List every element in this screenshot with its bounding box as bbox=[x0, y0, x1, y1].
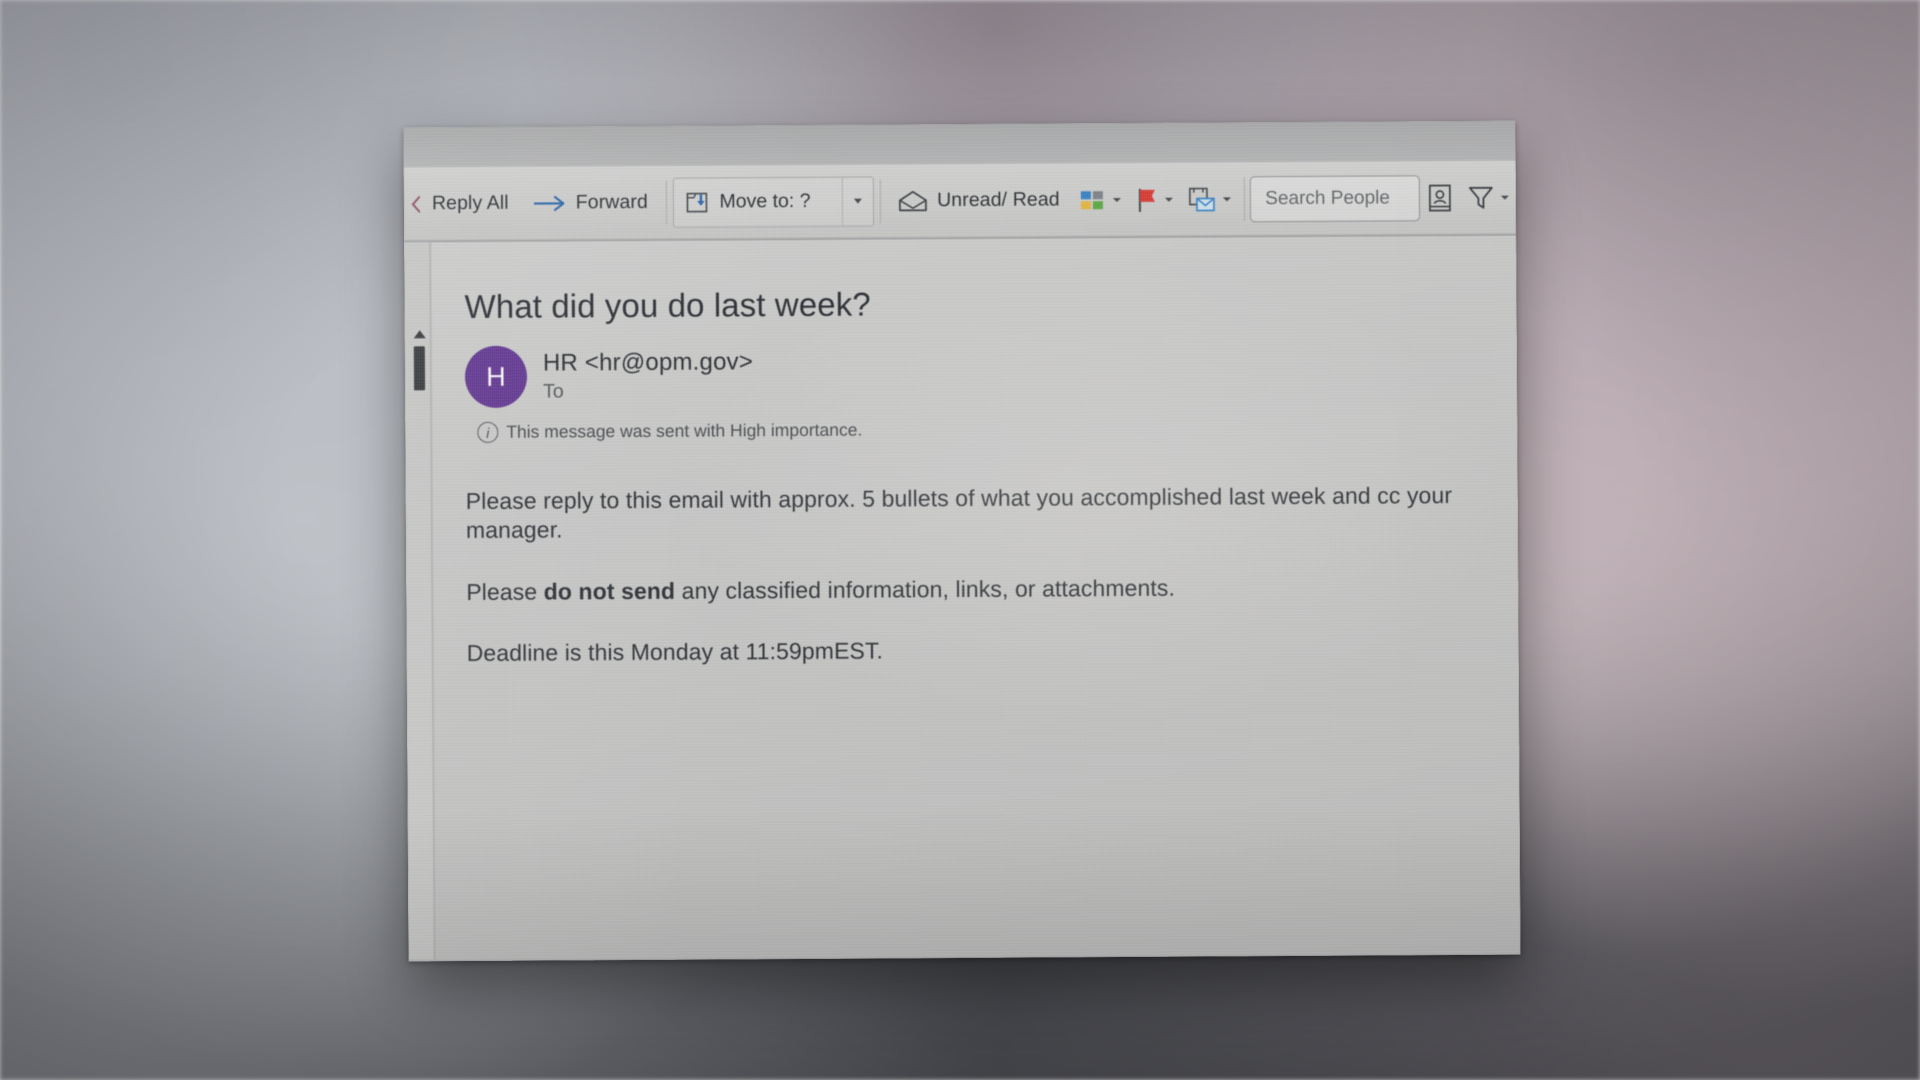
toolbar-separator-3 bbox=[1243, 176, 1245, 221]
categorize-button[interactable] bbox=[1072, 173, 1128, 225]
sender-address[interactable]: HR <hr@opm.gov> bbox=[543, 348, 753, 377]
move-to-button[interactable]: Move to: ? bbox=[673, 177, 841, 226]
forward-button[interactable]: Forward bbox=[521, 176, 661, 229]
message-toolbar: Reply All Forward Move to: ? Unread/ Rea… bbox=[403, 160, 1517, 243]
toolbar-separator-1 bbox=[665, 180, 667, 225]
flag-icon bbox=[1138, 188, 1155, 212]
filter-button[interactable] bbox=[1460, 171, 1516, 223]
reply-all-label: Reply All bbox=[431, 191, 509, 214]
scroll-up-arrow-icon[interactable] bbox=[413, 330, 426, 339]
body-paragraph: Deadline is this Monday at 11:59pmEST. bbox=[466, 637, 884, 667]
info-icon: i bbox=[477, 421, 499, 443]
unread-read-label: Unread/ Read bbox=[937, 188, 1060, 211]
follow-up-button[interactable] bbox=[1180, 173, 1238, 225]
flag-button[interactable] bbox=[1128, 173, 1180, 225]
categorize-chevron-down-icon[interactable] bbox=[1112, 197, 1121, 202]
monitor-screen: Reply All Forward Move to: ? Unread/ Rea… bbox=[403, 120, 1521, 962]
follow-up-icon bbox=[1188, 187, 1215, 211]
toolbar-separator-2 bbox=[879, 178, 881, 223]
clipped-icon bbox=[411, 195, 420, 213]
body-paragraph: Please do not send any classified inform… bbox=[466, 574, 1176, 605]
address-book-button[interactable] bbox=[1420, 171, 1460, 223]
flag-chevron-down-icon[interactable] bbox=[1164, 197, 1173, 202]
move-to-folder-icon bbox=[686, 192, 707, 212]
importance-notice: i This message was sent with High import… bbox=[477, 416, 1517, 443]
search-people-placeholder: Search People bbox=[1265, 186, 1390, 209]
reply-all-button[interactable]: Reply All bbox=[420, 177, 521, 230]
window-chrome-strip bbox=[403, 120, 1516, 168]
recipient-line: To bbox=[543, 380, 564, 403]
avatar-initial: H bbox=[486, 361, 506, 392]
reading-pane: What did you do last week? H HR <hr@opm.… bbox=[404, 235, 1521, 960]
categorize-icon bbox=[1080, 190, 1103, 209]
message-subject: What did you do last week? bbox=[464, 285, 871, 326]
move-to-label: Move to: ? bbox=[719, 189, 811, 213]
filter-funnel-icon bbox=[1468, 186, 1493, 209]
move-to-split-button[interactable]: Move to: ? bbox=[672, 176, 874, 228]
clipped-left-command[interactable] bbox=[408, 178, 420, 230]
follow-up-chevron-down-icon[interactable] bbox=[1222, 196, 1231, 201]
avatar[interactable]: H bbox=[464, 345, 528, 409]
message-header: H HR <hr@opm.gov> To bbox=[464, 340, 1517, 409]
outlook-window: Reply All Forward Move to: ? Unread/ Rea… bbox=[403, 120, 1521, 962]
message-body: Please reply to this email with approx. … bbox=[466, 481, 1519, 668]
scroll-thumb[interactable] bbox=[413, 346, 426, 391]
filter-chevron-down-icon[interactable] bbox=[1500, 195, 1509, 200]
move-to-dropdown-button[interactable] bbox=[842, 177, 872, 225]
unread-read-button[interactable]: Unread/ Read bbox=[886, 174, 1072, 227]
chevron-down-icon bbox=[853, 198, 862, 204]
forward-arrow-icon bbox=[533, 195, 565, 211]
importance-notice-text: This message was sent with High importan… bbox=[506, 419, 863, 442]
body-paragraph: Please reply to this email with approx. … bbox=[465, 482, 1453, 543]
forward-label: Forward bbox=[575, 190, 648, 214]
address-book-icon bbox=[1428, 184, 1451, 211]
envelope-open-icon bbox=[899, 190, 927, 211]
sender-block: HR <hr@opm.gov> To bbox=[543, 348, 753, 403]
search-people-input[interactable]: Search People bbox=[1250, 174, 1421, 222]
message-content: What did you do last week? H HR <hr@opm.… bbox=[430, 236, 1520, 960]
